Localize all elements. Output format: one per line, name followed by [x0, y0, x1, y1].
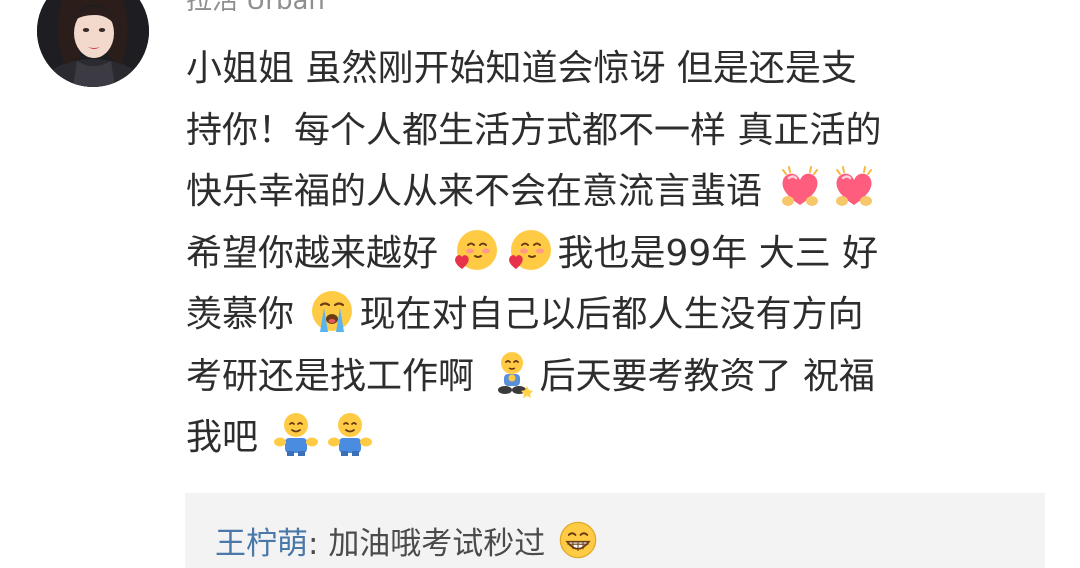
comment-text: 后天要考教资了 祝福: [539, 355, 875, 397]
reply-box[interactable]: 王柠萌: 加油哦考试秒过: [185, 493, 1045, 568]
comment-line: 羡慕你 现在对自己以后都人生没有方向: [186, 284, 1046, 346]
avatar-image: [37, 0, 149, 87]
reply-separator: :: [308, 526, 329, 562]
comment-text: 我也是99年 大三 好: [557, 232, 879, 274]
comment-line: 小姐姐 虽然刚开始知道会惊讶 但是还是支: [186, 38, 1046, 100]
comment-text: 希望你越来越好: [186, 232, 450, 274]
comment-text: 我吧: [186, 417, 270, 458]
comment-line: 我吧: [186, 407, 1046, 469]
comment-text: 持你！每个人都生活方式都不一样 真正活的: [186, 109, 882, 151]
comment-line: 持你！每个人都生活方式都不一样 真正活的: [186, 100, 1046, 162]
reply-author[interactable]: 王柠萌: [215, 526, 308, 562]
reply-line: 王柠萌: 加油哦考试秒过: [215, 519, 601, 564]
hugging-figure-emoji-icon: [271, 409, 321, 459]
comment-line: 快乐幸福的人从来不会在意流言蜚语: [186, 161, 1046, 223]
grinning-emoji-icon: [557, 519, 599, 561]
comment-username[interactable]: 拉活 Urban: [186, 0, 325, 16]
heart-hands-emoji-icon: [829, 163, 879, 213]
reply-text: 加油哦考试秒过: [328, 526, 556, 562]
crying-face-emoji-icon: [307, 286, 357, 336]
comment-body: 小姐姐 虽然刚开始知道会惊讶 但是还是支 持你！每个人都生活方式都不一样 真正活的…: [186, 38, 1046, 469]
squatting-thinking-emoji-icon: [487, 348, 537, 398]
comment-text: 快乐幸福的人从来不会在意流言蜚语: [186, 171, 774, 212]
blushing-heart-emoji-icon: [451, 225, 501, 275]
comment-text: 现在对自己以后都人生没有方向: [359, 294, 864, 335]
hugging-figure-emoji-icon: [325, 409, 375, 459]
blushing-heart-emoji-icon: [505, 225, 555, 275]
heart-hands-emoji-icon: [775, 163, 825, 213]
comment-line: 希望你越来越好 我也是99年 大三 好: [186, 223, 1046, 285]
comment-text: 小姐姐 虽然刚开始知道会惊讶 但是还是支: [186, 48, 857, 89]
comment-line: 考研还是找工作啊 后天要考教资了 祝福: [186, 346, 1046, 408]
avatar[interactable]: [37, 0, 149, 87]
comment-text: 考研还是找工作啊: [186, 355, 486, 397]
comment-text: 羡慕你: [186, 294, 306, 335]
